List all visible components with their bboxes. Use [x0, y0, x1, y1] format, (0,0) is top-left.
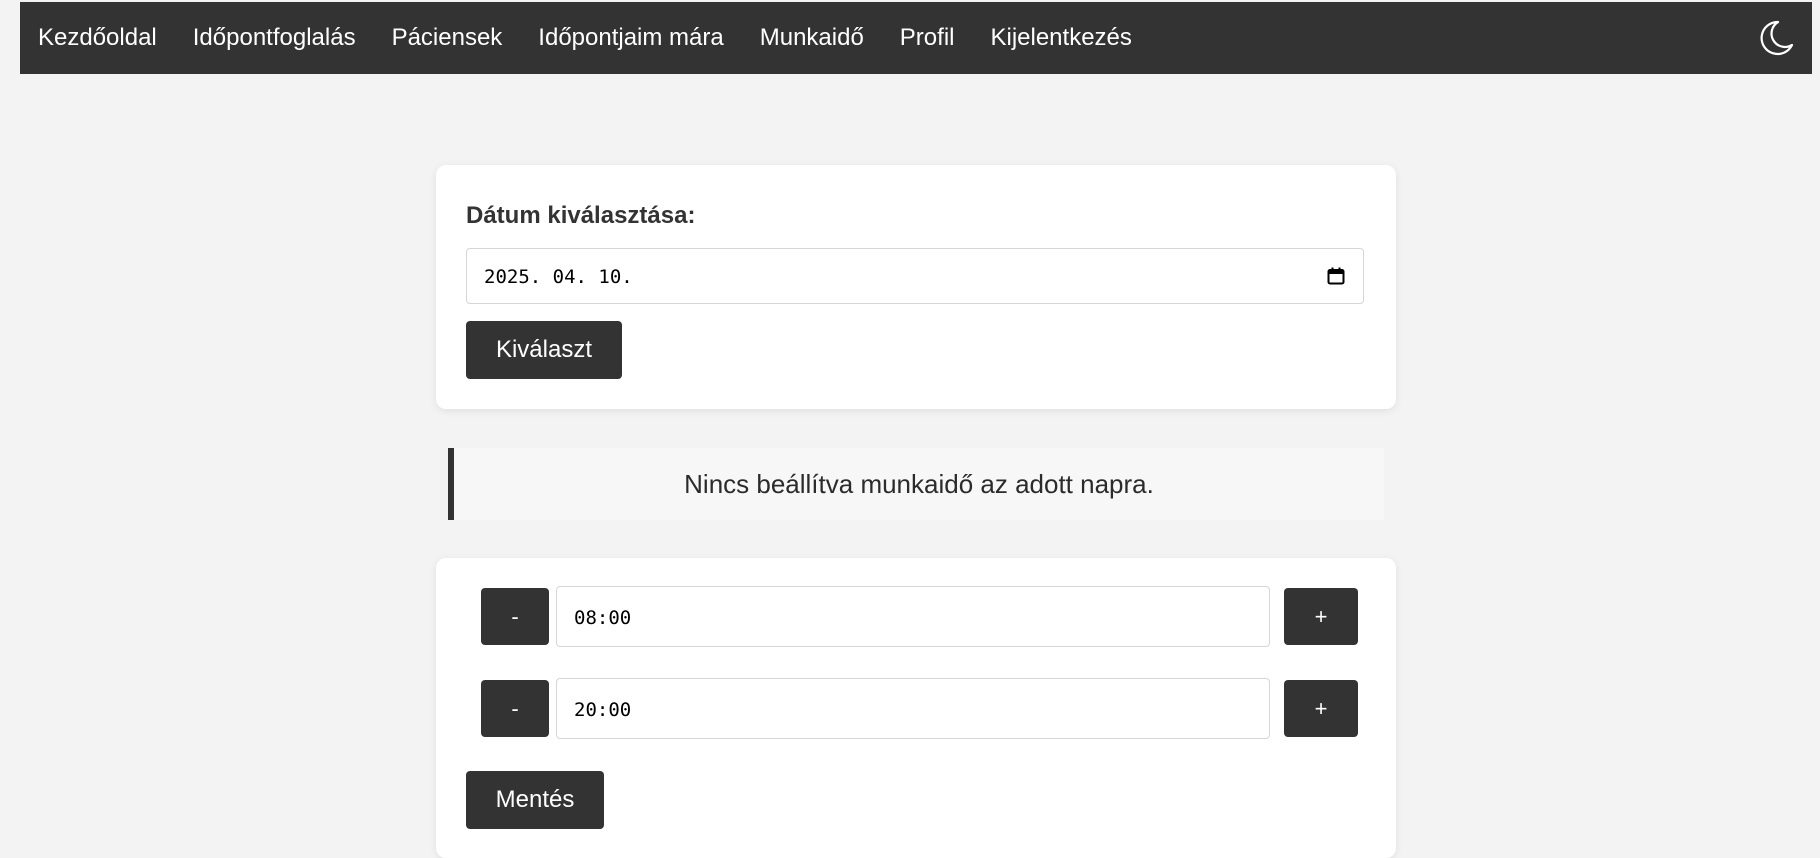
nav-item-profile[interactable]: Profil: [882, 24, 973, 52]
moon-icon[interactable]: [1754, 16, 1798, 60]
start-time-decrement-button[interactable]: -: [481, 588, 549, 645]
end-time-increment-button[interactable]: +: [1284, 680, 1358, 737]
start-time-input[interactable]: 08:00: [556, 586, 1270, 647]
nav-item-home[interactable]: Kezdőoldal: [20, 24, 175, 52]
nav-item-patients[interactable]: Páciensek: [374, 24, 521, 52]
nav-item-working-hours[interactable]: Munkaidő: [742, 24, 882, 52]
no-working-hours-notice: Nincs beállítva munkaidő az adott napra.: [448, 448, 1384, 520]
nav-item-booking[interactable]: Időpontfoglalás: [175, 24, 374, 52]
end-time-input[interactable]: 20:00: [556, 678, 1270, 739]
top-navbar: Kezdőoldal Időpontfoglalás Páciensek Idő…: [20, 2, 1812, 74]
select-date-button[interactable]: Kiválaszt: [466, 321, 622, 379]
nav-item-todays-appointments[interactable]: Időpontjaim mára: [520, 24, 741, 52]
working-hours-card: - 08:00 + - 20:00 + Mentés: [436, 558, 1396, 858]
start-time-increment-button[interactable]: +: [1284, 588, 1358, 645]
date-label: Dátum kiválasztása:: [466, 202, 696, 229]
start-time-value: 08:00: [574, 607, 632, 629]
end-time-decrement-button[interactable]: -: [481, 680, 549, 737]
calendar-icon[interactable]: [1327, 267, 1345, 285]
end-time-value: 20:00: [574, 699, 632, 721]
nav-item-logout[interactable]: Kijelentkezés: [972, 24, 1149, 52]
date-select-card: Dátum kiválasztása: 2025. 04. 10. Kivála…: [436, 165, 1396, 409]
date-input[interactable]: 2025. 04. 10.: [466, 248, 1364, 304]
save-button[interactable]: Mentés: [466, 771, 604, 829]
date-value: 2025. 04. 10.: [484, 266, 633, 288]
